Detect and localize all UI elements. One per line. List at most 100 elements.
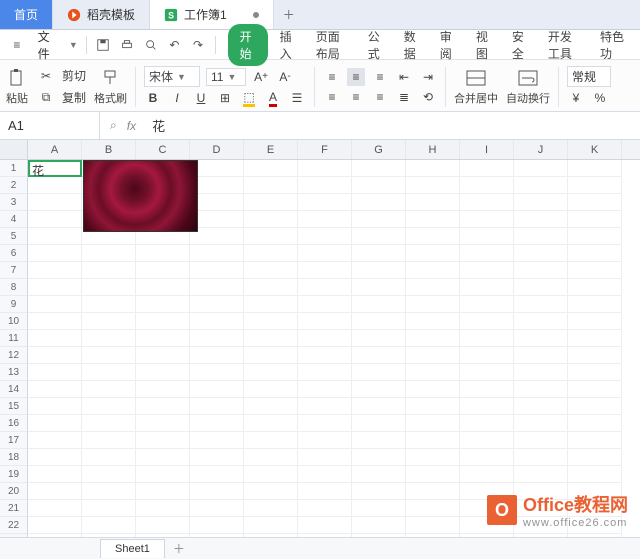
cell[interactable] bbox=[352, 500, 406, 517]
ribbon-tab-view[interactable]: 视图 bbox=[468, 24, 500, 66]
align-bottom-button[interactable]: ≡ bbox=[371, 68, 389, 86]
cell[interactable] bbox=[514, 296, 568, 313]
cell[interactable] bbox=[298, 500, 352, 517]
cell[interactable] bbox=[190, 245, 244, 262]
cell[interactable] bbox=[244, 381, 298, 398]
cell[interactable] bbox=[190, 296, 244, 313]
cell[interactable] bbox=[190, 517, 244, 534]
italic-button[interactable]: I bbox=[168, 89, 186, 107]
decrease-font-button[interactable]: A- bbox=[276, 68, 294, 86]
cell[interactable] bbox=[514, 364, 568, 381]
cell[interactable] bbox=[406, 432, 460, 449]
cell[interactable] bbox=[514, 449, 568, 466]
cell[interactable] bbox=[82, 245, 136, 262]
cell[interactable] bbox=[460, 160, 514, 177]
cell[interactable] bbox=[136, 398, 190, 415]
align-left-button[interactable]: ≡ bbox=[323, 88, 341, 106]
cell[interactable] bbox=[352, 415, 406, 432]
cell[interactable] bbox=[298, 432, 352, 449]
cell[interactable] bbox=[136, 483, 190, 500]
tab-home[interactable]: 首页 bbox=[0, 0, 53, 29]
cell[interactable] bbox=[28, 500, 82, 517]
indent-increase-button[interactable]: ⇥ bbox=[419, 68, 437, 86]
fx-icon[interactable]: fx bbox=[127, 119, 136, 133]
cell[interactable] bbox=[514, 279, 568, 296]
bold-button[interactable]: B bbox=[144, 89, 162, 107]
cell[interactable] bbox=[28, 432, 82, 449]
cell[interactable] bbox=[352, 517, 406, 534]
cell[interactable] bbox=[460, 296, 514, 313]
preview-button[interactable] bbox=[142, 34, 160, 56]
save-button[interactable] bbox=[95, 34, 113, 56]
cell[interactable] bbox=[82, 432, 136, 449]
align-middle-button[interactable]: ≡ bbox=[347, 68, 365, 86]
fx-search-icon[interactable]: ⌕ bbox=[110, 118, 117, 133]
cell[interactable] bbox=[28, 228, 82, 245]
cell[interactable] bbox=[190, 466, 244, 483]
row-header[interactable]: 3 bbox=[0, 194, 28, 211]
cell[interactable] bbox=[406, 517, 460, 534]
cell[interactable] bbox=[460, 432, 514, 449]
cell[interactable] bbox=[406, 194, 460, 211]
cell[interactable] bbox=[514, 228, 568, 245]
col-header[interactable]: H bbox=[406, 140, 460, 159]
cell[interactable] bbox=[82, 279, 136, 296]
cell[interactable] bbox=[406, 330, 460, 347]
cell[interactable] bbox=[568, 228, 622, 245]
cell[interactable] bbox=[406, 483, 460, 500]
cell[interactable] bbox=[136, 330, 190, 347]
justify-button[interactable]: ≣ bbox=[395, 88, 413, 106]
cell[interactable] bbox=[298, 228, 352, 245]
row-header[interactable]: 2 bbox=[0, 177, 28, 194]
cell[interactable] bbox=[514, 398, 568, 415]
col-header[interactable]: E bbox=[244, 140, 298, 159]
ribbon-tab-page-layout[interactable]: 页面布局 bbox=[308, 24, 356, 66]
cell[interactable] bbox=[244, 330, 298, 347]
cell[interactable] bbox=[28, 330, 82, 347]
cell[interactable] bbox=[244, 517, 298, 534]
cell[interactable] bbox=[28, 262, 82, 279]
cell[interactable] bbox=[244, 262, 298, 279]
cell[interactable] bbox=[298, 296, 352, 313]
cell[interactable] bbox=[244, 483, 298, 500]
cell[interactable] bbox=[460, 381, 514, 398]
cell[interactable] bbox=[136, 517, 190, 534]
cell[interactable] bbox=[298, 398, 352, 415]
tab-templates[interactable]: 稻壳模板 bbox=[53, 0, 150, 29]
row-header[interactable]: 5 bbox=[0, 228, 28, 245]
cell[interactable] bbox=[136, 296, 190, 313]
cell[interactable] bbox=[28, 415, 82, 432]
cell[interactable] bbox=[406, 296, 460, 313]
cell[interactable] bbox=[568, 364, 622, 381]
align-center-button[interactable]: ≡ bbox=[347, 88, 365, 106]
cell[interactable] bbox=[298, 517, 352, 534]
cell[interactable] bbox=[514, 313, 568, 330]
row-header[interactable]: 8 bbox=[0, 279, 28, 296]
cell[interactable] bbox=[298, 211, 352, 228]
cell[interactable] bbox=[460, 398, 514, 415]
cell[interactable] bbox=[514, 211, 568, 228]
row-header[interactable]: 21 bbox=[0, 500, 28, 517]
cell[interactable] bbox=[298, 313, 352, 330]
cell[interactable] bbox=[190, 398, 244, 415]
cell[interactable] bbox=[298, 279, 352, 296]
currency-button[interactable]: ¥ bbox=[567, 89, 585, 107]
cell[interactable] bbox=[568, 347, 622, 364]
cell[interactable] bbox=[190, 483, 244, 500]
row-header[interactable]: 19 bbox=[0, 466, 28, 483]
col-header[interactable]: K bbox=[568, 140, 622, 159]
cell[interactable] bbox=[190, 211, 244, 228]
row-header[interactable]: 9 bbox=[0, 296, 28, 313]
cell[interactable] bbox=[406, 466, 460, 483]
redo-button[interactable]: ↷ bbox=[189, 34, 207, 56]
cell[interactable] bbox=[190, 381, 244, 398]
cell[interactable] bbox=[28, 245, 82, 262]
col-header[interactable]: G bbox=[352, 140, 406, 159]
cell[interactable] bbox=[190, 177, 244, 194]
align-right-button[interactable]: ≡ bbox=[371, 88, 389, 106]
cell[interactable] bbox=[460, 262, 514, 279]
cell[interactable] bbox=[244, 415, 298, 432]
number-format-select[interactable]: 常规 bbox=[567, 66, 611, 87]
cell[interactable] bbox=[352, 330, 406, 347]
cell[interactable] bbox=[352, 466, 406, 483]
